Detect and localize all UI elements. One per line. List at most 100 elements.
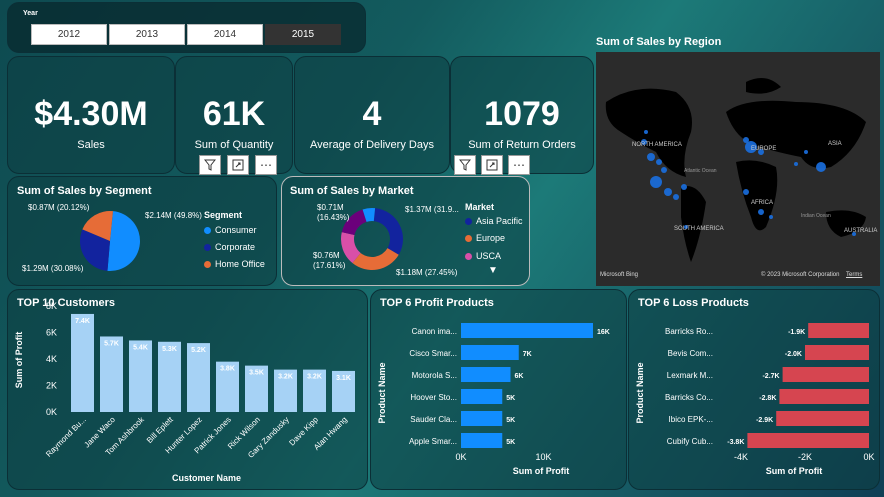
- product-data-label: 5K: [506, 395, 515, 402]
- profit-bar-chart[interactable]: Product Name Canon ima... 16K Cisco Smar...…: [371, 298, 626, 488]
- customer-data-label: 5.2K: [191, 347, 206, 354]
- product-bar[interactable]: [461, 345, 519, 360]
- product-data-label: 7K: [523, 351, 532, 358]
- sales-by-region-map[interactable]: Sum of Sales by Region NORTH AMERICA EUR…: [596, 34, 880, 286]
- customer-bar[interactable]: [71, 313, 94, 412]
- loss-bar[interactable]: [747, 433, 869, 448]
- customer-bar[interactable]: [100, 336, 123, 412]
- more-options-icon[interactable]: ⋯: [508, 155, 530, 175]
- map-terms-link[interactable]: Terms: [846, 272, 862, 278]
- loss-data-label: -2.7K: [762, 373, 779, 380]
- product-name-tick: Sauder Cla...: [410, 415, 457, 424]
- product-name-tick: Canon ima...: [412, 327, 457, 336]
- market-title: Sum of Sales by Market: [290, 185, 414, 197]
- customers-ytick: 8K: [46, 301, 57, 311]
- map-label-north-america: NORTH AMERICA: [632, 142, 682, 148]
- market-legend-title: Market: [465, 202, 495, 212]
- delivery-label: Average of Delivery Days: [310, 139, 434, 151]
- legend-text: Corporate: [215, 242, 256, 252]
- world-map: NORTH AMERICA EUROPE ASIA AFRICA SOUTH A…: [605, 78, 877, 262]
- product-data-label: 5K: [506, 417, 515, 424]
- filter-icon[interactable]: [199, 155, 221, 175]
- legend-text: USCA: [476, 251, 502, 261]
- sales-value: $4.30M: [34, 95, 148, 133]
- customers-bar-chart[interactable]: 0K 2K 4K 6K 8K Sum of Profit 7.4K Raymond Bu...…: [8, 298, 363, 488]
- legend-text: Home Office: [215, 259, 265, 269]
- focus-mode-icon[interactable]: [481, 155, 503, 175]
- map-label-south-america: SOUTH AMERICA: [674, 226, 724, 232]
- segment-label-corporate: $1.29M (30.08%): [22, 264, 84, 273]
- product-bar[interactable]: [461, 323, 593, 338]
- loss-xtick: -2K: [798, 452, 812, 462]
- customer-data-label: 3.8K: [220, 366, 235, 373]
- segment-label-consumer: $2.14M (49.8%): [145, 211, 202, 220]
- market-slice-0[interactable]: [373, 208, 403, 255]
- map-label-atlantic: Atlantic Ocean: [684, 168, 717, 174]
- loss-xtick: 0K: [863, 452, 874, 462]
- product-data-label: 5K: [506, 439, 515, 446]
- loss-bar[interactable]: [805, 345, 869, 360]
- market-label-usca: $0.76M (17.61%): [313, 251, 346, 270]
- focus-mode-icon[interactable]: [227, 155, 249, 175]
- returns-label: Sum of Return Orders: [468, 139, 576, 151]
- segment-legend-title: Segment: [204, 210, 243, 220]
- loss-bar-chart[interactable]: Product Name Barricks Ro... -1.9K Bevis Com…: [629, 298, 879, 488]
- legend-text: Europe: [476, 233, 506, 243]
- loss-data-label: -2.8K: [759, 395, 776, 402]
- segment-chart-card: Sum of Sales by Segment $2.14M (49.8%) $…: [7, 176, 277, 286]
- segment-slice-0[interactable]: [107, 211, 141, 271]
- product-xtick: 10K: [535, 452, 551, 462]
- map-label-australia: AUSTRALIA: [844, 228, 877, 234]
- slicer-label: Year: [23, 10, 38, 17]
- product-name-tick: Motorola S...: [412, 371, 457, 380]
- market-legend-usca[interactable]: USCA: [465, 251, 501, 261]
- segment-title: Sum of Sales by Segment: [17, 185, 152, 197]
- loss-xtick: -4K: [734, 452, 748, 462]
- year-2012-button[interactable]: 2012: [31, 24, 107, 45]
- customer-data-label: 5.4K: [133, 344, 148, 351]
- kpi-card-delivery: 4 Average of Delivery Days: [294, 56, 450, 174]
- product-data-label: 16K: [597, 329, 610, 336]
- loss-bar[interactable]: [779, 389, 869, 404]
- legend-dot: [465, 252, 472, 260]
- product-bar[interactable]: [461, 367, 511, 382]
- product-bar[interactable]: [461, 433, 503, 448]
- legend-dot: [204, 226, 211, 234]
- customer-data-label: 3.2K: [278, 374, 293, 381]
- market-label-asia: $1.37M (31.9...: [405, 205, 459, 214]
- legend-dot: [204, 260, 211, 268]
- top-profit-card: TOP 6 Profit Products Product Name Canon …: [370, 289, 627, 490]
- year-2015-button[interactable]: 2015: [265, 24, 341, 45]
- year-2013-button[interactable]: 2013: [109, 24, 185, 45]
- loss-bar[interactable]: [776, 411, 869, 426]
- more-options-icon[interactable]: ⋯: [255, 155, 277, 175]
- market-legend-europe[interactable]: Europe: [465, 233, 505, 243]
- product-bar[interactable]: [461, 389, 503, 404]
- loss-ylabel: Product Name: [635, 362, 645, 423]
- filter-icon[interactable]: [454, 155, 476, 175]
- product-bar[interactable]: [461, 411, 503, 426]
- quantity-value: 61K: [202, 95, 266, 133]
- market-slice-1[interactable]: [352, 248, 399, 270]
- legend-scroll-down-icon[interactable]: ▼: [488, 265, 498, 276]
- segment-legend-corporate[interactable]: Corporate: [204, 242, 255, 252]
- loss-bar[interactable]: [782, 367, 869, 382]
- map-attribution: © 2023 Microsoft Corporation: [761, 272, 840, 278]
- market-label-other: $0.71M (16.43%): [317, 203, 350, 222]
- loss-bar[interactable]: [808, 323, 869, 338]
- loss-data-label: -2.9K: [756, 417, 773, 424]
- market-legend-asia[interactable]: Asia Pacific: [465, 216, 523, 226]
- map-canvas[interactable]: NORTH AMERICA EUROPE ASIA AFRICA SOUTH A…: [596, 52, 880, 286]
- customer-data-label: 3.2K: [307, 374, 322, 381]
- map-label-asia: ASIA: [828, 141, 842, 147]
- segment-legend-homeoffice[interactable]: Home Office: [204, 259, 265, 269]
- loss-name-tick: Cubify Cub...: [667, 437, 713, 446]
- legend-text: Consumer: [215, 225, 257, 235]
- year-2014-button[interactable]: 2014: [187, 24, 263, 45]
- product-name-tick: Hoover Sto...: [410, 393, 457, 402]
- loss-xlabel: Sum of Profit: [766, 466, 823, 476]
- map-label-europe: EUROPE: [751, 146, 776, 152]
- product-xlabel: Sum of Profit: [513, 466, 570, 476]
- customers-ytick: 2K: [46, 381, 57, 391]
- segment-legend-consumer[interactable]: Consumer: [204, 225, 257, 235]
